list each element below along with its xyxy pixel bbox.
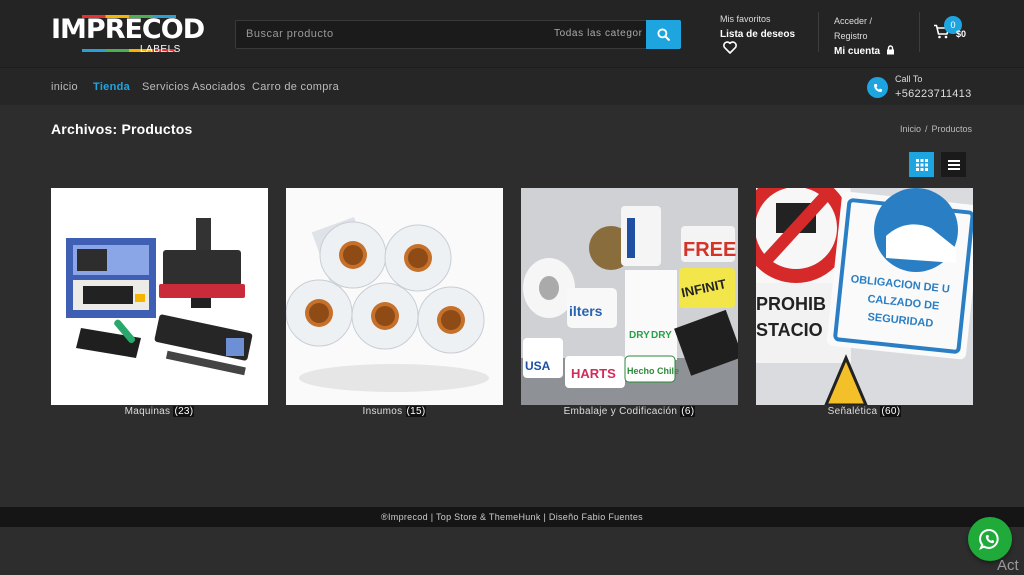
- wishlist-link[interactable]: Mis favoritos Lista de deseos: [720, 14, 795, 40]
- account-link[interactable]: Acceder / Registro Mi cuenta: [834, 14, 895, 59]
- whatsapp-icon: [979, 528, 999, 550]
- call-phone[interactable]: +56223711413: [895, 88, 972, 100]
- list-view-button[interactable]: [941, 152, 966, 177]
- lock-icon: [886, 45, 894, 55]
- my-account-label: Mi cuenta: [834, 46, 881, 57]
- search-button[interactable]: [646, 20, 681, 49]
- breadcrumb-current: Productos: [931, 124, 972, 134]
- header-divider: [919, 12, 920, 52]
- sign-text-prohib: PROHIB: [756, 294, 826, 314]
- category-card-insumos[interactable]: [286, 188, 503, 405]
- grid-view-button[interactable]: [909, 152, 934, 177]
- category-count: (15): [405, 406, 427, 417]
- category-card-maquinas[interactable]: [51, 188, 268, 405]
- category-count: (60): [880, 406, 902, 417]
- category-name: Maquinas: [124, 406, 171, 417]
- search-bar: Todas las categor: [235, 20, 681, 49]
- call-label: Call To: [895, 74, 923, 84]
- favorites-label: Mis favoritos: [720, 14, 771, 24]
- tape-text-free: FREE: [683, 239, 736, 261]
- nav-item-carro[interactable]: Carro de compra: [252, 81, 339, 93]
- header-divider: [818, 12, 819, 52]
- top-header: IMPRECOD LABELS Todas las categor Mis fa…: [0, 0, 1024, 67]
- list-view-icon: [947, 159, 960, 170]
- activate-watermark: Act: [997, 557, 1019, 574]
- page-title: Archivos: Productos: [51, 121, 193, 137]
- grid-view-icon: [915, 158, 928, 171]
- breadcrumb-separator: /: [924, 124, 928, 134]
- sign-text-stacio: STACIO: [756, 320, 823, 340]
- call-button[interactable]: [867, 77, 888, 98]
- category-card-senaletica[interactable]: PROHIB STACIO OBLIGACION DE U CALZADO DE…: [756, 188, 973, 405]
- tape-text-dry: DRY: [629, 330, 650, 341]
- breadcrumb-home[interactable]: Inicio: [900, 124, 921, 134]
- tape-text-hearts: HARTS: [571, 366, 616, 381]
- category-caption-maquinas[interactable]: Maquinas (23): [51, 406, 268, 417]
- packaging-tapes-image: FREE INFINIT ilters DRY DRY USA HARTS He…: [521, 188, 738, 405]
- category-count: (23): [173, 406, 195, 417]
- whatsapp-button[interactable]: [968, 517, 1012, 561]
- category-name: Insumos: [362, 406, 403, 417]
- heart-icon[interactable]: [723, 41, 737, 54]
- nav-item-inicio[interactable]: inicio: [51, 81, 78, 93]
- tape-text-chile: Hecho Chile: [627, 366, 679, 376]
- breadcrumb: Inicio / Productos: [900, 124, 972, 134]
- paper-rolls-image: [286, 188, 503, 405]
- tape-text-usa: USA: [525, 359, 551, 373]
- category-name: Embalaje y Codificación: [563, 406, 678, 417]
- main-nav: inicio Tienda Servicios Asociados Carro …: [0, 67, 1024, 105]
- my-account-row: Mi cuenta: [834, 44, 895, 59]
- wishlist-label: Lista de deseos: [720, 29, 796, 40]
- tape-text-filters: ilters: [569, 303, 603, 319]
- category-caption-insumos[interactable]: Insumos (15): [286, 406, 503, 417]
- nav-item-servicios[interactable]: Servicios Asociados: [142, 81, 246, 93]
- tape-text-dry: DRY: [651, 330, 672, 341]
- phone-icon: [873, 83, 882, 92]
- cart-total[interactable]: $0: [956, 29, 966, 39]
- footer-credits: ®Imprecod | Top Store & ThemeHunk | Dise…: [0, 507, 1024, 527]
- site-logo[interactable]: IMPRECOD LABELS: [51, 14, 205, 56]
- category-select[interactable]: Todas las categor: [554, 28, 643, 39]
- search-input[interactable]: [246, 28, 506, 40]
- category-name: Señalética: [827, 406, 878, 417]
- login-label: Acceder /: [834, 16, 873, 26]
- safety-signs-image: PROHIB STACIO OBLIGACION DE U CALZADO DE…: [756, 188, 973, 405]
- category-count: (6): [680, 406, 696, 417]
- logo-text: IMPRECOD: [51, 14, 205, 45]
- machines-image: [51, 188, 268, 405]
- category-card-embalaje[interactable]: FREE INFINIT ilters DRY DRY USA HARTS He…: [521, 188, 738, 405]
- nav-item-tienda[interactable]: Tienda: [93, 81, 130, 93]
- search-icon: [657, 28, 670, 41]
- register-label: Registro: [834, 31, 868, 41]
- category-caption-embalaje[interactable]: Embalaje y Codificación (6): [521, 406, 738, 417]
- logo-subtext: LABELS: [140, 44, 181, 55]
- category-caption-senaletica[interactable]: Señalética (60): [756, 406, 973, 417]
